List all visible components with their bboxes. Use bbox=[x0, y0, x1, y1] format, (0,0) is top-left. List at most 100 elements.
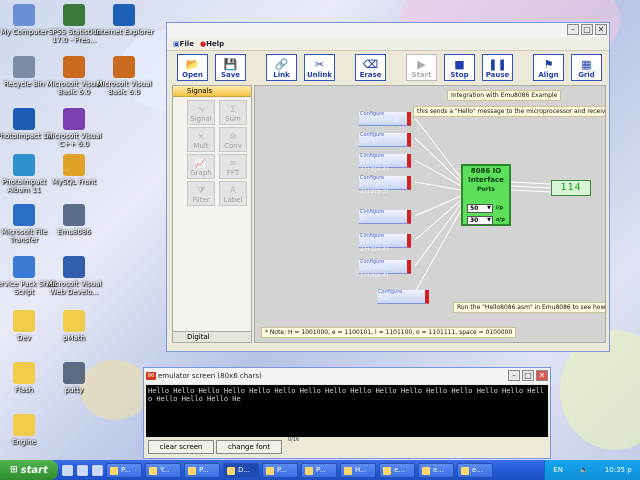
unlink-button[interactable]: ✂ Unlink bbox=[304, 53, 335, 81]
link-button[interactable]: 🔗 Link bbox=[266, 53, 297, 81]
output-port-label: o/p bbox=[496, 217, 505, 223]
language-indicator[interactable]: EN bbox=[553, 466, 563, 474]
tool-sum[interactable]: Σ Sum bbox=[219, 100, 247, 125]
change-font-button[interactable]: change font bbox=[216, 440, 282, 454]
fft-icon: ≋ bbox=[229, 159, 237, 169]
signal-block[interactable]: Configure z(x-4) bbox=[359, 133, 411, 147]
save-icon: 💾 bbox=[223, 57, 238, 71]
open-button[interactable]: 📂 Open bbox=[177, 53, 208, 81]
taskbar-task[interactable]: e... bbox=[379, 462, 415, 478]
desktop-icon[interactable]: Microsoft Visual Web Develo... bbox=[42, 256, 106, 296]
menu-help[interactable]: ●Help bbox=[200, 40, 224, 48]
taskbar-task[interactable]: P... bbox=[184, 462, 220, 478]
taskbar-task[interactable]: e... bbox=[418, 462, 454, 478]
start-button[interactable]: ▶ Start bbox=[406, 53, 437, 81]
volume-icon[interactable]: 🔈 bbox=[580, 466, 589, 474]
close-button[interactable]: ✕ bbox=[536, 370, 548, 381]
desktop-icon-label: Engine bbox=[12, 438, 36, 446]
tool-mult[interactable]: × Mult bbox=[187, 127, 215, 152]
signal-block[interactable]: Configure z(x) bbox=[377, 290, 429, 304]
grid-button[interactable]: ▦ Grid bbox=[571, 53, 602, 81]
clear-screen-button[interactable]: clear screen bbox=[148, 440, 214, 454]
emulator-titlebar[interactable]: 86 emulator screen (80x6 chars) – □ ✕ bbox=[144, 368, 550, 384]
shortcut-icon bbox=[63, 310, 85, 332]
conv-icon: ⊛ bbox=[229, 132, 237, 142]
signal-block[interactable]: Configure z(x)+z(x-1)+z(x-4) bbox=[359, 260, 411, 279]
desktop-icon-label: Microsoft Visual Basic 6.0 bbox=[96, 80, 152, 96]
desktop-icon[interactable]: Emu8086 bbox=[42, 204, 106, 236]
taskbar-task[interactable]: Y... bbox=[145, 462, 181, 478]
erase-icon: ⌫ bbox=[362, 57, 379, 71]
maximize-button[interactable]: □ bbox=[581, 24, 593, 35]
input-port-select[interactable]: 50 ▼ bbox=[467, 204, 493, 213]
main-window: – □ ✕ ▣File ●Help 📂 Open 💾 Save 🔗 Link ✂ Unlink… bbox=[166, 22, 610, 352]
category-signals[interactable]: Signals bbox=[173, 86, 251, 97]
io-interface-block[interactable]: 8086 IO Interface Ports 50 ▼ i/p 30 ▼ o/… bbox=[461, 164, 511, 226]
desktop-icon[interactable]: MySQL Front bbox=[42, 154, 106, 186]
block-formula: z(x-1)+z(x-2)+z(x-4) bbox=[360, 239, 394, 253]
shortcut-icon bbox=[63, 108, 85, 130]
tool-label[interactable]: A Label bbox=[219, 181, 247, 206]
block-formula: z(x) bbox=[378, 295, 390, 302]
desktop-icon[interactable]: Microsoft Visual Basic 6.0 bbox=[92, 56, 156, 96]
signal-block[interactable]: Configure z(x-1)+z(x-2)+z(x-4) bbox=[359, 234, 411, 253]
system-tray: EN 🔈 10:35 p bbox=[544, 460, 640, 480]
input-port-label: i/p bbox=[496, 205, 504, 211]
desktop-icon[interactable]: putty bbox=[42, 362, 106, 394]
tool-graph[interactable]: 📈 Graph bbox=[187, 154, 215, 179]
desktop-icon[interactable]: pMath bbox=[42, 310, 106, 342]
signal-block[interactable]: Configure z(x-1)+z(x-2)+z(x-4) bbox=[359, 154, 411, 173]
menu-file[interactable]: ▣File bbox=[173, 40, 194, 48]
minimize-button[interactable]: – bbox=[567, 24, 579, 35]
taskbar-task[interactable]: H... bbox=[340, 462, 376, 478]
tool-fft[interactable]: ≋ FFT bbox=[219, 154, 247, 179]
signal-block[interactable]: Configure z(x)+z(x-2)+z(x-3) bbox=[359, 176, 411, 195]
align-button[interactable]: ⚑ Align bbox=[533, 53, 564, 81]
desktop-icon[interactable]: Engine bbox=[0, 414, 56, 446]
signal-block[interactable]: Configure 0 bbox=[359, 210, 411, 224]
component-panel: Signals ∿ Signal Σ Sum × Mult ⊛ Conv 📈 Graph ≋ FFT ⧩… bbox=[172, 85, 252, 343]
close-button[interactable]: ✕ bbox=[595, 24, 607, 35]
emulator-title: emulator screen (80x6 chars) bbox=[158, 372, 262, 380]
tool-label: Conv bbox=[224, 142, 242, 150]
main-titlebar[interactable]: – □ ✕ bbox=[167, 23, 609, 37]
tool-conv[interactable]: ⊛ Conv bbox=[219, 127, 247, 152]
erase-button[interactable]: ⌫ Erase bbox=[355, 53, 386, 81]
note-description: this sends a "Hello" message to the micr… bbox=[413, 106, 605, 117]
minimize-button[interactable]: – bbox=[508, 370, 520, 381]
toolbar-button-label: Open bbox=[182, 70, 203, 79]
tool-signal[interactable]: ∿ Signal bbox=[187, 100, 215, 125]
save-button[interactable]: 💾 Save bbox=[215, 53, 246, 81]
toolbar-button-label: Start bbox=[411, 70, 432, 79]
taskbar-task[interactable]: P... bbox=[262, 462, 298, 478]
taskbar-task[interactable]: e... bbox=[457, 462, 493, 478]
desktop-icon[interactable]: Internet Explorer bbox=[92, 4, 156, 36]
quicklaunch-ie-icon[interactable] bbox=[77, 464, 88, 476]
note-title: Integration with Emu8086 Example bbox=[447, 90, 562, 101]
quicklaunch-desktop-icon[interactable] bbox=[62, 464, 73, 476]
diagram-canvas[interactable]: Integration with Emu8086 Example this se… bbox=[254, 85, 606, 343]
pause-button[interactable]: ❚❚ Pause bbox=[482, 53, 513, 81]
tool-label: Label bbox=[223, 196, 243, 204]
stop-button[interactable]: ■ Stop bbox=[444, 53, 475, 81]
shortcut-icon bbox=[13, 108, 35, 130]
tool-label: Graph bbox=[190, 169, 212, 177]
interface-title: Interface bbox=[468, 176, 504, 184]
quicklaunch-app-icon[interactable] bbox=[92, 464, 103, 476]
desktop-icon[interactable]: Microsoft Visual C++ 6.0 bbox=[42, 108, 106, 148]
category-digital[interactable]: Digital bbox=[173, 331, 251, 342]
toolbar-button-label: Erase bbox=[359, 70, 382, 79]
taskbar-task[interactable]: P... bbox=[301, 462, 337, 478]
shortcut-icon bbox=[63, 154, 85, 176]
output-port-select[interactable]: 30 ▼ bbox=[467, 216, 493, 225]
tool-filter[interactable]: ⧩ Filter bbox=[187, 181, 215, 206]
taskbar-task[interactable]: D... bbox=[223, 462, 259, 478]
emulator-window: 86 emulator screen (80x6 chars) – □ ✕ He… bbox=[143, 367, 551, 459]
maximize-button[interactable]: □ bbox=[522, 370, 534, 381]
start-button[interactable]: ⊞ start bbox=[0, 460, 58, 480]
signal-block[interactable]: Configure z(x-1)+z(x-4) bbox=[359, 112, 411, 126]
start-icon: ▶ bbox=[417, 57, 426, 71]
task-list: P... Y... P... D... P... P... H... e... e... e... bbox=[103, 462, 493, 478]
taskbar-task[interactable]: P... bbox=[106, 462, 142, 478]
grid-icon: ▦ bbox=[581, 57, 592, 71]
